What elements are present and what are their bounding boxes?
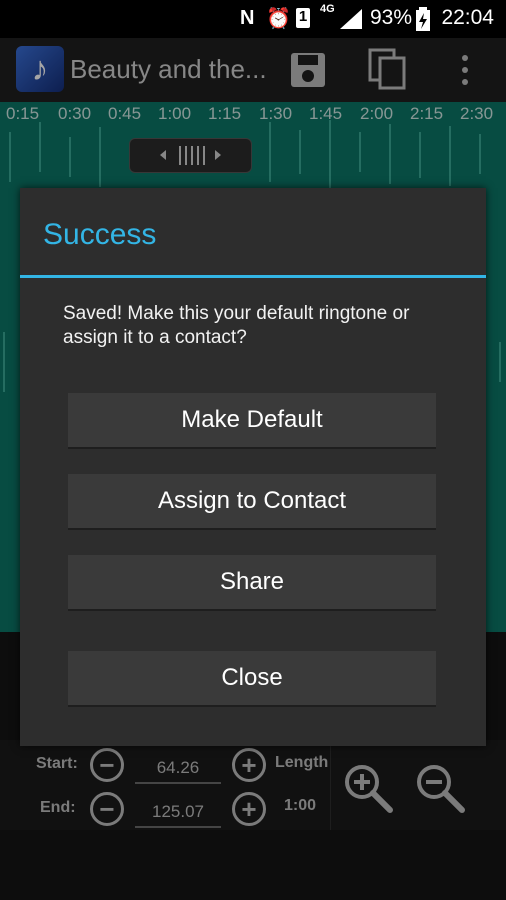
- dialog-message: Saved! Make this your default ringtone o…: [63, 303, 410, 348]
- dialog-title-divider: [20, 275, 486, 278]
- alarm-icon: ⏰: [266, 8, 291, 30]
- assign-to-contact-button[interactable]: Assign to Contact: [68, 474, 436, 530]
- share-button[interactable]: Share: [68, 555, 436, 611]
- sim-icon: 1: [296, 8, 310, 28]
- success-dialog: Success Saved! Make this your default ri…: [20, 188, 486, 746]
- battery-percent: 93%: [369, 6, 412, 29]
- battery-icon: [416, 7, 430, 31]
- close-button[interactable]: Close: [68, 651, 436, 707]
- dialog-title: Success: [43, 218, 157, 251]
- make-default-button[interactable]: Make Default: [68, 393, 436, 449]
- status-bar: N ⏰ 1 4G 93% 22:04: [0, 0, 506, 38]
- nfc-icon: N: [240, 7, 255, 29]
- network-type: 4G: [320, 3, 335, 15]
- clock: 22:04: [441, 6, 494, 29]
- signal-icon: [340, 9, 362, 29]
